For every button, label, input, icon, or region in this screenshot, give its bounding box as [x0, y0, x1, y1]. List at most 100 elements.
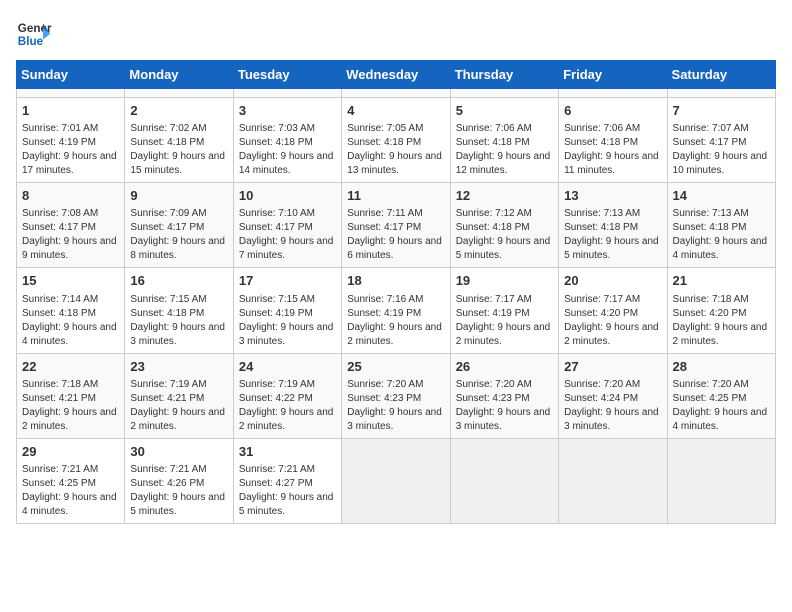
- day-info: Sunrise: 7:18 AM Sunset: 4:21 PM Dayligh…: [22, 378, 119, 434]
- day-number: 11: [347, 187, 444, 205]
- day-info: Sunrise: 7:20 AM Sunset: 4:24 PM Dayligh…: [564, 378, 661, 434]
- day-cell: 4 Sunrise: 7:05 AM Sunset: 4:18 PM Dayli…: [342, 98, 450, 183]
- day-info: Sunrise: 7:06 AM Sunset: 4:18 PM Dayligh…: [564, 122, 661, 178]
- day-number: 10: [239, 187, 336, 205]
- day-info: Sunrise: 7:15 AM Sunset: 4:19 PM Dayligh…: [239, 293, 336, 349]
- day-info: Sunrise: 7:19 AM Sunset: 4:21 PM Dayligh…: [130, 378, 227, 434]
- day-number: 19: [456, 272, 553, 290]
- day-cell: [667, 89, 775, 98]
- day-cell: 6 Sunrise: 7:06 AM Sunset: 4:18 PM Dayli…: [559, 98, 667, 183]
- day-number: 14: [673, 187, 770, 205]
- column-header-saturday: Saturday: [667, 61, 775, 89]
- day-cell: 2 Sunrise: 7:02 AM Sunset: 4:18 PM Dayli…: [125, 98, 233, 183]
- day-number: 6: [564, 102, 661, 120]
- day-info: Sunrise: 7:06 AM Sunset: 4:18 PM Dayligh…: [456, 122, 553, 178]
- column-header-monday: Monday: [125, 61, 233, 89]
- day-number: 4: [347, 102, 444, 120]
- day-cell: 14 Sunrise: 7:13 AM Sunset: 4:18 PM Dayl…: [667, 183, 775, 268]
- day-info: Sunrise: 7:15 AM Sunset: 4:18 PM Dayligh…: [130, 293, 227, 349]
- week-row-5: 22 Sunrise: 7:18 AM Sunset: 4:21 PM Dayl…: [17, 353, 776, 438]
- day-number: 30: [130, 443, 227, 461]
- day-cell: 20 Sunrise: 7:17 AM Sunset: 4:20 PM Dayl…: [559, 268, 667, 353]
- day-cell: [17, 89, 125, 98]
- day-cell: 26 Sunrise: 7:20 AM Sunset: 4:23 PM Dayl…: [450, 353, 558, 438]
- day-info: Sunrise: 7:21 AM Sunset: 4:25 PM Dayligh…: [22, 463, 119, 519]
- day-number: 24: [239, 358, 336, 376]
- day-info: Sunrise: 7:13 AM Sunset: 4:18 PM Dayligh…: [564, 207, 661, 263]
- day-cell: 7 Sunrise: 7:07 AM Sunset: 4:17 PM Dayli…: [667, 98, 775, 183]
- day-cell: [450, 438, 558, 523]
- day-info: Sunrise: 7:21 AM Sunset: 4:26 PM Dayligh…: [130, 463, 227, 519]
- day-info: Sunrise: 7:20 AM Sunset: 4:25 PM Dayligh…: [673, 378, 770, 434]
- day-cell: [342, 89, 450, 98]
- day-number: 5: [456, 102, 553, 120]
- day-number: 26: [456, 358, 553, 376]
- day-number: 20: [564, 272, 661, 290]
- day-info: Sunrise: 7:18 AM Sunset: 4:20 PM Dayligh…: [673, 293, 770, 349]
- day-info: Sunrise: 7:14 AM Sunset: 4:18 PM Dayligh…: [22, 293, 119, 349]
- day-cell: 16 Sunrise: 7:15 AM Sunset: 4:18 PM Dayl…: [125, 268, 233, 353]
- week-row-4: 15 Sunrise: 7:14 AM Sunset: 4:18 PM Dayl…: [17, 268, 776, 353]
- day-cell: [667, 438, 775, 523]
- week-row-3: 8 Sunrise: 7:08 AM Sunset: 4:17 PM Dayli…: [17, 183, 776, 268]
- day-number: 12: [456, 187, 553, 205]
- day-number: 21: [673, 272, 770, 290]
- day-cell: 9 Sunrise: 7:09 AM Sunset: 4:17 PM Dayli…: [125, 183, 233, 268]
- day-info: Sunrise: 7:03 AM Sunset: 4:18 PM Dayligh…: [239, 122, 336, 178]
- day-number: 29: [22, 443, 119, 461]
- day-cell: [125, 89, 233, 98]
- day-info: Sunrise: 7:08 AM Sunset: 4:17 PM Dayligh…: [22, 207, 119, 263]
- day-cell: 13 Sunrise: 7:13 AM Sunset: 4:18 PM Dayl…: [559, 183, 667, 268]
- day-info: Sunrise: 7:02 AM Sunset: 4:18 PM Dayligh…: [130, 122, 227, 178]
- day-info: Sunrise: 7:19 AM Sunset: 4:22 PM Dayligh…: [239, 378, 336, 434]
- week-row-2: 1 Sunrise: 7:01 AM Sunset: 4:19 PM Dayli…: [17, 98, 776, 183]
- day-cell: 12 Sunrise: 7:12 AM Sunset: 4:18 PM Dayl…: [450, 183, 558, 268]
- day-info: Sunrise: 7:07 AM Sunset: 4:17 PM Dayligh…: [673, 122, 770, 178]
- day-number: 27: [564, 358, 661, 376]
- column-header-friday: Friday: [559, 61, 667, 89]
- day-number: 13: [564, 187, 661, 205]
- calendar-table: SundayMondayTuesdayWednesdayThursdayFrid…: [16, 60, 776, 524]
- day-info: Sunrise: 7:01 AM Sunset: 4:19 PM Dayligh…: [22, 122, 119, 178]
- svg-text:Blue: Blue: [18, 35, 44, 48]
- day-info: Sunrise: 7:11 AM Sunset: 4:17 PM Dayligh…: [347, 207, 444, 263]
- day-cell: 3 Sunrise: 7:03 AM Sunset: 4:18 PM Dayli…: [233, 98, 341, 183]
- day-info: Sunrise: 7:16 AM Sunset: 4:19 PM Dayligh…: [347, 293, 444, 349]
- day-cell: [233, 89, 341, 98]
- day-cell: 18 Sunrise: 7:16 AM Sunset: 4:19 PM Dayl…: [342, 268, 450, 353]
- day-cell: 24 Sunrise: 7:19 AM Sunset: 4:22 PM Dayl…: [233, 353, 341, 438]
- day-cell: 25 Sunrise: 7:20 AM Sunset: 4:23 PM Dayl…: [342, 353, 450, 438]
- week-row-1: [17, 89, 776, 98]
- day-cell: 11 Sunrise: 7:11 AM Sunset: 4:17 PM Dayl…: [342, 183, 450, 268]
- day-cell: [559, 438, 667, 523]
- column-header-sunday: Sunday: [17, 61, 125, 89]
- day-cell: 22 Sunrise: 7:18 AM Sunset: 4:21 PM Dayl…: [17, 353, 125, 438]
- day-cell: 31 Sunrise: 7:21 AM Sunset: 4:27 PM Dayl…: [233, 438, 341, 523]
- day-cell: 10 Sunrise: 7:10 AM Sunset: 4:17 PM Dayl…: [233, 183, 341, 268]
- day-cell: [450, 89, 558, 98]
- day-cell: 27 Sunrise: 7:20 AM Sunset: 4:24 PM Dayl…: [559, 353, 667, 438]
- day-cell: 5 Sunrise: 7:06 AM Sunset: 4:18 PM Dayli…: [450, 98, 558, 183]
- day-number: 22: [22, 358, 119, 376]
- day-cell: 28 Sunrise: 7:20 AM Sunset: 4:25 PM Dayl…: [667, 353, 775, 438]
- day-number: 15: [22, 272, 119, 290]
- page-header: General Blue: [16, 16, 776, 52]
- day-cell: 19 Sunrise: 7:17 AM Sunset: 4:19 PM Dayl…: [450, 268, 558, 353]
- day-number: 16: [130, 272, 227, 290]
- column-header-thursday: Thursday: [450, 61, 558, 89]
- day-number: 2: [130, 102, 227, 120]
- day-number: 18: [347, 272, 444, 290]
- day-number: 7: [673, 102, 770, 120]
- day-number: 8: [22, 187, 119, 205]
- day-cell: 23 Sunrise: 7:19 AM Sunset: 4:21 PM Dayl…: [125, 353, 233, 438]
- day-info: Sunrise: 7:12 AM Sunset: 4:18 PM Dayligh…: [456, 207, 553, 263]
- day-cell: 8 Sunrise: 7:08 AM Sunset: 4:17 PM Dayli…: [17, 183, 125, 268]
- day-cell: [559, 89, 667, 98]
- day-number: 23: [130, 358, 227, 376]
- day-number: 25: [347, 358, 444, 376]
- day-cell: [342, 438, 450, 523]
- day-cell: 21 Sunrise: 7:18 AM Sunset: 4:20 PM Dayl…: [667, 268, 775, 353]
- day-info: Sunrise: 7:17 AM Sunset: 4:19 PM Dayligh…: [456, 293, 553, 349]
- day-cell: 30 Sunrise: 7:21 AM Sunset: 4:26 PM Dayl…: [125, 438, 233, 523]
- day-info: Sunrise: 7:21 AM Sunset: 4:27 PM Dayligh…: [239, 463, 336, 519]
